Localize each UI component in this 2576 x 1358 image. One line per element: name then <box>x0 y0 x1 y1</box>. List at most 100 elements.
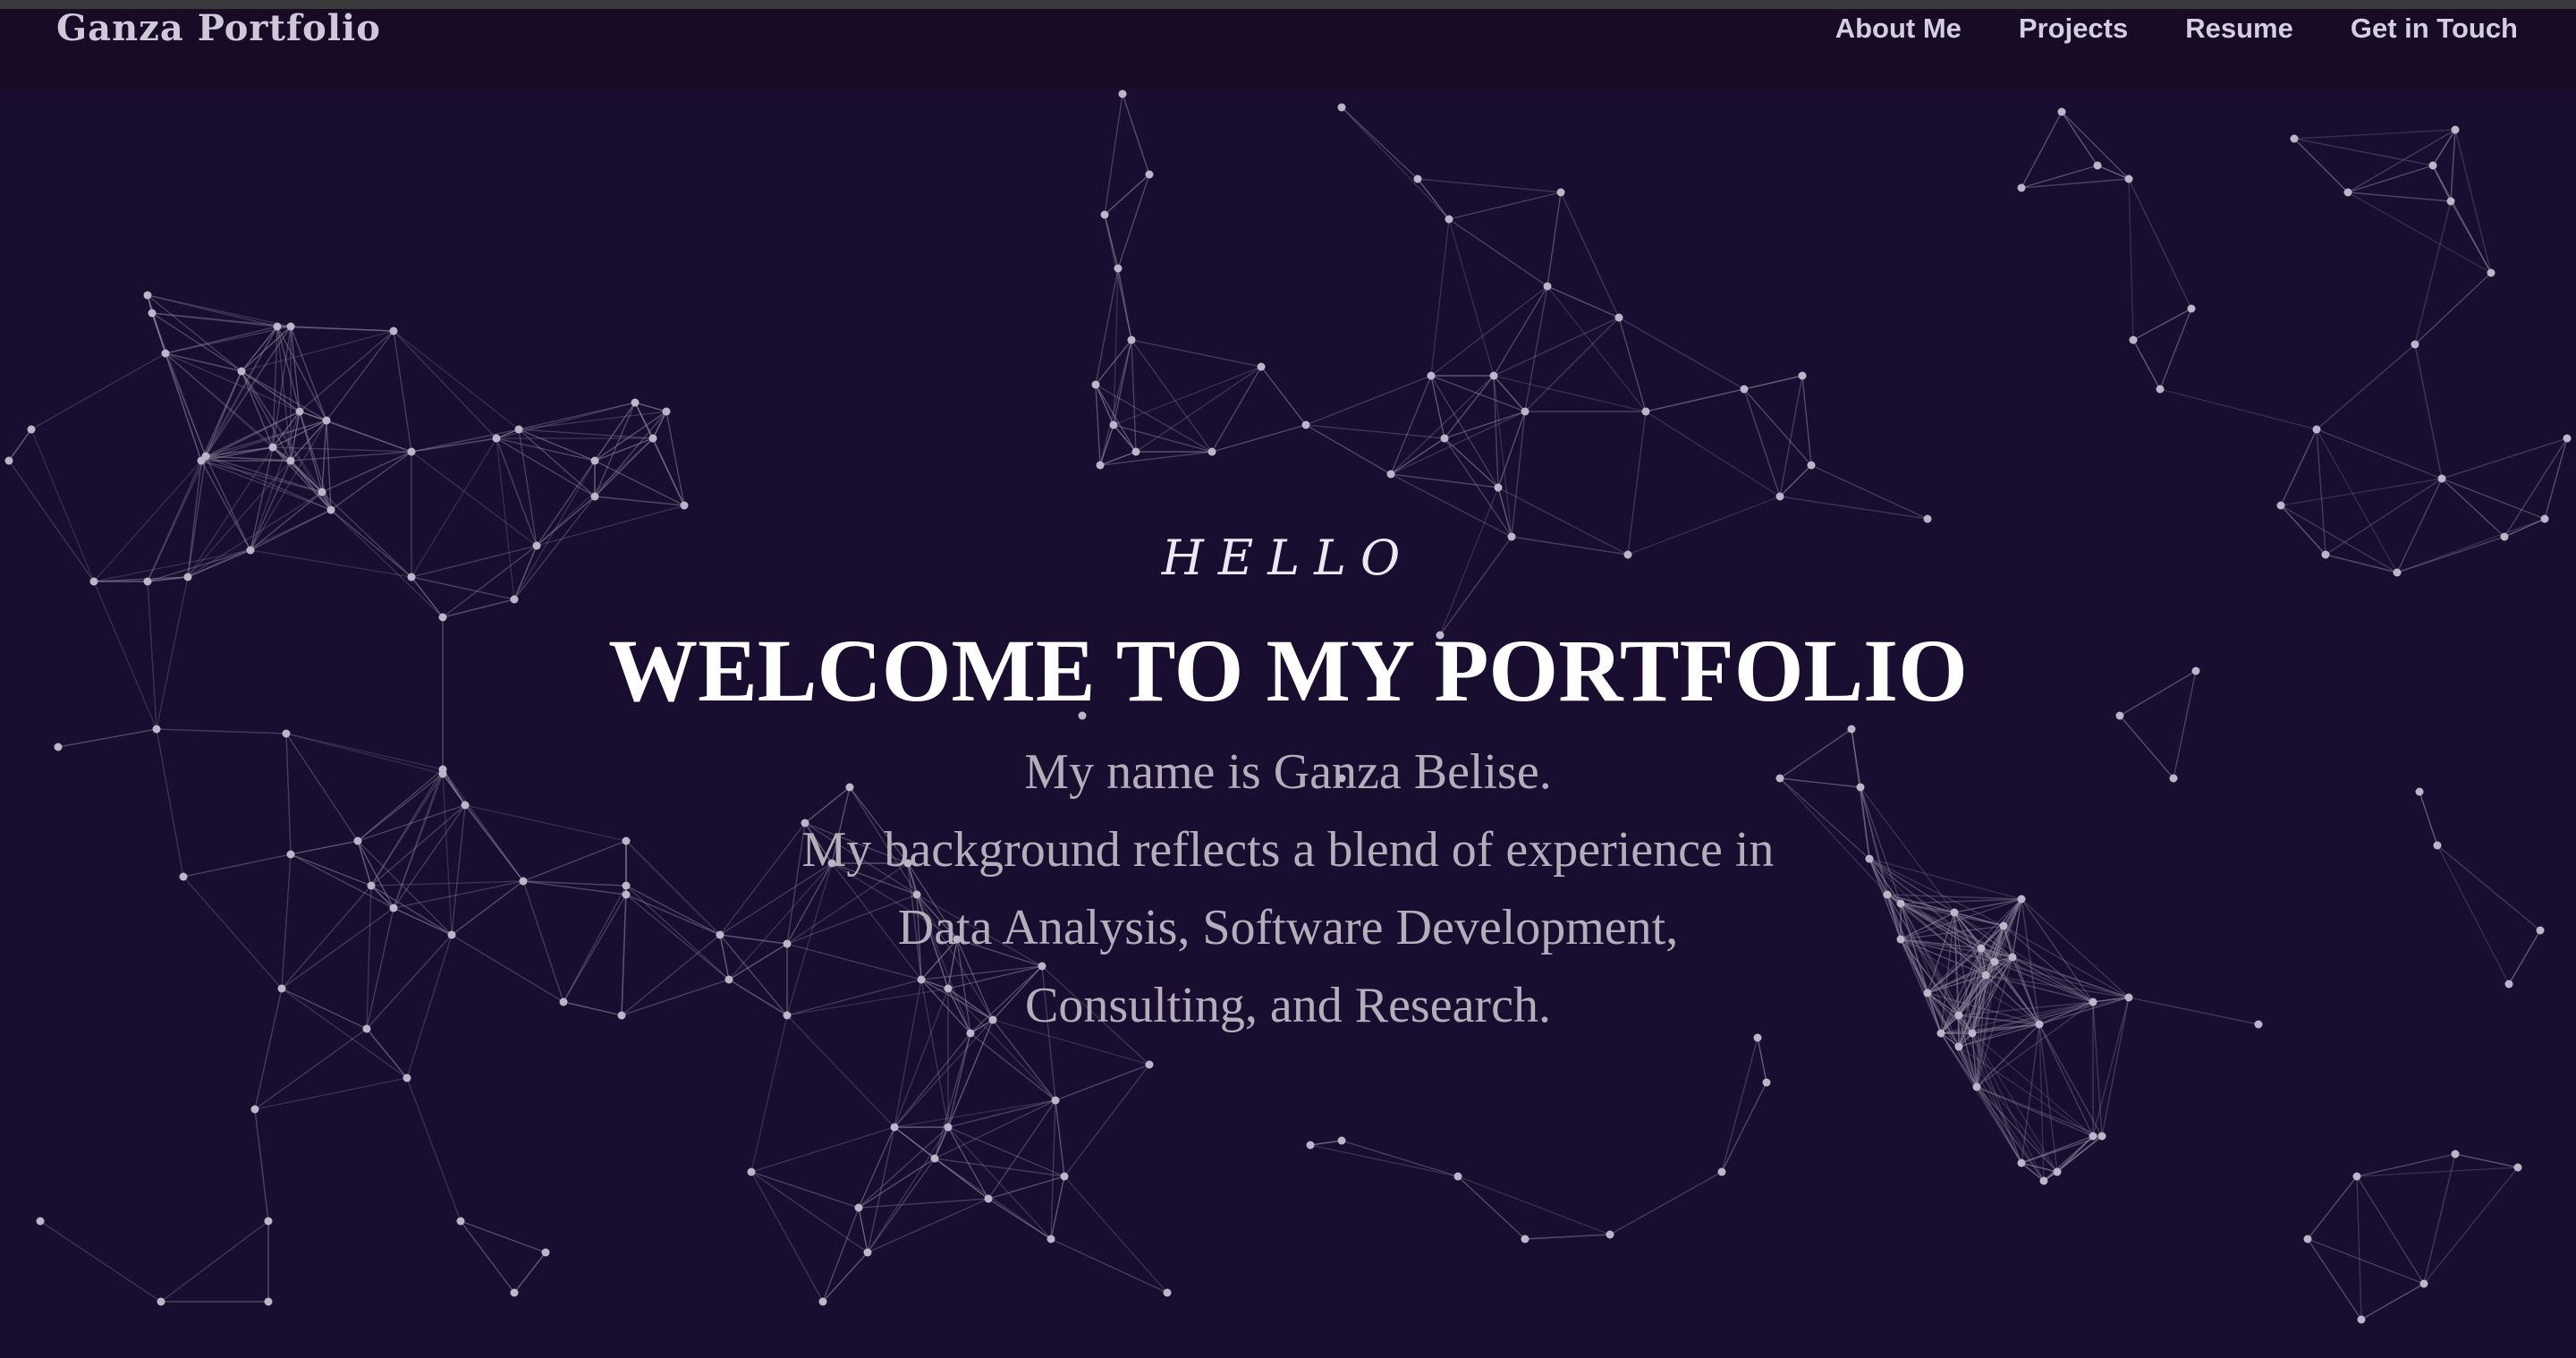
network-node <box>2563 434 2572 443</box>
network-node <box>1883 890 1892 899</box>
network-link <box>894 1019 994 1128</box>
network-link <box>1493 375 1647 412</box>
network-link <box>1524 1234 1611 1240</box>
network-node <box>845 783 854 792</box>
network-node <box>157 1297 165 1306</box>
network-link <box>205 326 278 457</box>
network-link <box>151 312 207 457</box>
network-link <box>1430 375 1526 412</box>
network-node <box>1954 1042 1963 1051</box>
network-node <box>438 769 447 778</box>
network-link <box>728 862 833 980</box>
network-node <box>152 725 161 734</box>
network-link <box>330 509 444 618</box>
network-node <box>1981 971 1990 980</box>
network-node <box>1436 631 1445 640</box>
network-link <box>2414 200 2452 345</box>
network-node <box>1968 1029 1977 1038</box>
nav-link-get-in-touch[interactable]: Get in Touch <box>2351 9 2518 48</box>
network-node <box>2433 841 2442 850</box>
network-link <box>2316 429 2443 480</box>
network-link <box>1810 464 1928 520</box>
network-link <box>250 460 292 551</box>
network-node <box>2411 340 2419 349</box>
network-node <box>264 1217 273 1226</box>
network-node <box>2357 1315 2366 1324</box>
network-link <box>750 1014 788 1173</box>
network-node <box>680 501 689 510</box>
network-link <box>156 576 189 730</box>
network-node <box>2500 532 2509 541</box>
network-link <box>786 979 922 1016</box>
network-link <box>867 1126 949 1253</box>
network-link <box>2414 344 2443 480</box>
network-link <box>1390 375 1432 475</box>
nav-link-about-me[interactable]: About Me <box>1835 9 1962 48</box>
network-node <box>716 930 724 939</box>
network-link <box>2325 554 2398 573</box>
network-node <box>179 872 188 881</box>
network-link <box>1305 375 1432 426</box>
network-node <box>1337 774 1346 783</box>
network-node <box>1145 1060 1154 1069</box>
network-node <box>1847 725 1856 734</box>
network-node <box>54 743 63 751</box>
brand-logo[interactable]: Ganza Portfolio <box>56 9 381 48</box>
network-node <box>2536 926 2545 935</box>
network-node <box>250 1105 259 1114</box>
network-link <box>992 965 1043 1021</box>
network-link <box>496 437 596 497</box>
network-node <box>1623 550 1632 559</box>
network-node <box>2513 1163 2522 1172</box>
network-link <box>357 804 466 842</box>
network-node <box>1856 783 1865 792</box>
network-link <box>1497 487 1513 538</box>
network-link <box>750 1171 869 1253</box>
network-node <box>353 836 362 845</box>
network-node <box>890 1123 899 1132</box>
network-link <box>563 894 627 1003</box>
network-node <box>1762 1078 1771 1087</box>
network-node <box>559 997 568 1006</box>
network-node <box>2352 1172 2361 1181</box>
network-node <box>237 367 246 376</box>
network-link <box>1341 106 1419 180</box>
network-nodes <box>4 89 2572 1324</box>
network-link <box>2101 997 2130 1137</box>
network-node <box>402 1074 411 1082</box>
network-link <box>920 979 994 1021</box>
network-link <box>894 1126 936 1159</box>
network-node <box>1114 264 1123 273</box>
network-link <box>2159 308 2192 390</box>
network-node <box>648 434 657 443</box>
network-node <box>1091 380 1100 389</box>
network-node <box>1413 174 1422 183</box>
network-link <box>934 1158 1052 1240</box>
nav-link-resume[interactable]: Resume <box>2185 9 2293 48</box>
network-node <box>161 349 170 358</box>
nav-link-projects[interactable]: Projects <box>2019 9 2128 48</box>
network-link <box>1095 384 1114 426</box>
network-node <box>322 416 331 425</box>
network-node <box>590 492 599 501</box>
network-link <box>1211 424 1307 453</box>
network-link <box>786 862 833 945</box>
network-link <box>460 1220 515 1294</box>
network-link <box>290 840 359 855</box>
network-node <box>1717 1167 1726 1176</box>
network-link <box>894 979 922 1128</box>
network-node <box>622 881 631 890</box>
network-node <box>617 1011 626 1020</box>
network-link <box>393 330 520 430</box>
network-node <box>2487 268 2496 277</box>
network-link <box>719 822 806 936</box>
network-node <box>1950 908 1959 917</box>
network-node <box>917 975 926 984</box>
network-node <box>783 1011 792 1020</box>
network-node <box>2312 425 2321 434</box>
network-link <box>947 938 958 989</box>
network-link <box>182 876 283 989</box>
network-node <box>282 729 291 738</box>
network-link <box>621 885 627 1016</box>
network-link <box>1609 1171 1723 1235</box>
